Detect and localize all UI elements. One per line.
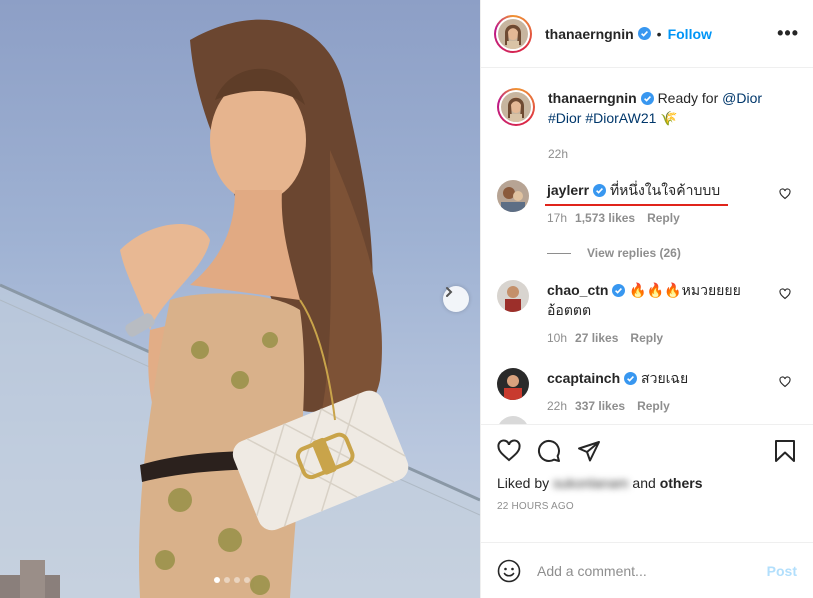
comment-likes[interactable]: 27 likes — [575, 331, 618, 345]
share-icon — [578, 441, 600, 462]
caption-hashtags[interactable]: #Dior #DiorAW21 — [548, 110, 656, 126]
comment-item: chao_ctn 🔥🔥🔥หมวยยยย อ้อตตต 10h 27 likes Re… — [497, 280, 797, 348]
comment-username[interactable]: chao_ctn — [547, 282, 608, 298]
heart-icon[interactable] — [779, 188, 791, 200]
avatar — [501, 92, 531, 122]
share-button[interactable] — [577, 439, 601, 463]
comment-time[interactable]: 10h — [547, 331, 567, 345]
post-timestamp[interactable]: 22 HOURS AGO — [497, 501, 797, 512]
carousel-dot — [234, 577, 240, 583]
story-ring[interactable] — [494, 14, 532, 53]
comment-time[interactable]: 22h — [547, 399, 567, 413]
commenter-avatar[interactable] — [497, 416, 529, 424]
reply-button[interactable]: Reply — [630, 331, 663, 345]
comment-item: ccaptainch สวยเฉย 22h 337 likes Reply — [497, 368, 797, 416]
caption-emoji: 🌾 — [660, 110, 678, 126]
comment-input[interactable] — [535, 561, 767, 580]
post-photo[interactable] — [0, 0, 480, 598]
reply-button[interactable]: Reply — [637, 399, 670, 413]
bookmark-icon — [775, 440, 795, 462]
verified-badge-icon — [593, 184, 607, 197]
comment-username[interactable]: jaylerr — [547, 182, 589, 198]
comment-likes[interactable]: 1,573 likes — [575, 211, 635, 225]
caption-username[interactable]: thanaerngnin — [548, 90, 637, 106]
liked-by-and: and — [628, 475, 660, 491]
more-icon[interactable]: ••• — [777, 23, 799, 44]
view-replies-button[interactable]: View replies (26) — [547, 246, 797, 260]
carousel-dot — [214, 577, 220, 583]
carousel-indicator — [214, 577, 250, 583]
comment-text: ที่หนึ่งในใจค้าบบบ — [609, 182, 721, 198]
comment-meta: 10h 27 likes Reply — [547, 328, 757, 348]
save-button[interactable] — [773, 439, 797, 463]
liked-by: Liked by sukonlanam and others — [497, 475, 797, 491]
comment-icon — [537, 439, 560, 462]
comment-text: สวยเฉย — [641, 370, 689, 386]
verified-badge-icon — [640, 92, 654, 105]
separator-dot: • — [656, 25, 662, 42]
red-annotation-underline — [545, 204, 728, 206]
commenter-avatar[interactable] — [497, 180, 529, 212]
heart-icon[interactable] — [779, 376, 791, 388]
add-comment-bar: Post — [481, 542, 813, 598]
next-photo-button[interactable] — [443, 286, 469, 312]
comment-likes[interactable]: 337 likes — [575, 399, 625, 413]
caption-text: Ready for — [657, 90, 723, 106]
caption-mention[interactable]: @Dior — [722, 90, 762, 106]
action-icons — [497, 429, 797, 473]
post-actions: Liked by sukonlanam and others 22 HOURS … — [481, 424, 813, 542]
verified-badge-icon — [612, 284, 626, 297]
chevron-right-icon — [446, 287, 453, 297]
like-button[interactable] — [497, 439, 521, 463]
emoji-icon[interactable] — [497, 559, 521, 583]
post-comment-button[interactable]: Post — [767, 563, 797, 579]
liked-by-user[interactable]: sukonlanam — [553, 475, 629, 491]
post-side-panel: thanaerngnin • Follow ••• thanaerngnin R… — [480, 0, 813, 598]
liked-by-others[interactable]: others — [660, 475, 703, 491]
commenter-avatar[interactable] — [497, 280, 529, 312]
heart-icon — [497, 439, 521, 462]
comment-meta: 17h 1,573 likes Reply — [547, 208, 757, 228]
caption-story-ring[interactable] — [497, 88, 535, 126]
comments-section[interactable]: thanaerngnin Ready for @Dior #Dior #Dior… — [481, 68, 813, 424]
comment-username[interactable]: ccaptainch — [547, 370, 620, 386]
comment-item: jaylerr ที่หนึ่งในใจค้าบบบ 17h 1,573 like… — [497, 180, 797, 228]
verified-badge-icon — [624, 372, 638, 385]
photo-illustration — [0, 19, 480, 598]
carousel-dot — [224, 577, 230, 583]
comment-time[interactable]: 17h — [547, 211, 567, 225]
liked-by-prefix: Liked by — [497, 475, 554, 491]
carousel-dot — [244, 577, 250, 583]
comment-button[interactable] — [537, 439, 561, 463]
comment-meta: 22h 337 likes Reply — [547, 396, 757, 416]
verified-badge-icon — [637, 27, 651, 40]
post-header: thanaerngnin • Follow ••• — [481, 0, 813, 68]
view-replies-label: View replies (26) — [587, 246, 681, 260]
caption-time[interactable]: 22h — [548, 144, 762, 164]
heart-icon[interactable] — [779, 288, 791, 300]
instagram-post: thanaerngnin • Follow ••• thanaerngnin R… — [0, 0, 813, 598]
avatar — [498, 18, 528, 49]
commenter-avatar[interactable] — [497, 368, 529, 400]
follow-button[interactable]: Follow — [668, 26, 712, 42]
reply-button[interactable]: Reply — [647, 211, 680, 225]
header-username[interactable]: thanaerngnin — [545, 26, 634, 42]
caption: thanaerngnin Ready for @Dior #Dior #Dior… — [497, 68, 797, 164]
